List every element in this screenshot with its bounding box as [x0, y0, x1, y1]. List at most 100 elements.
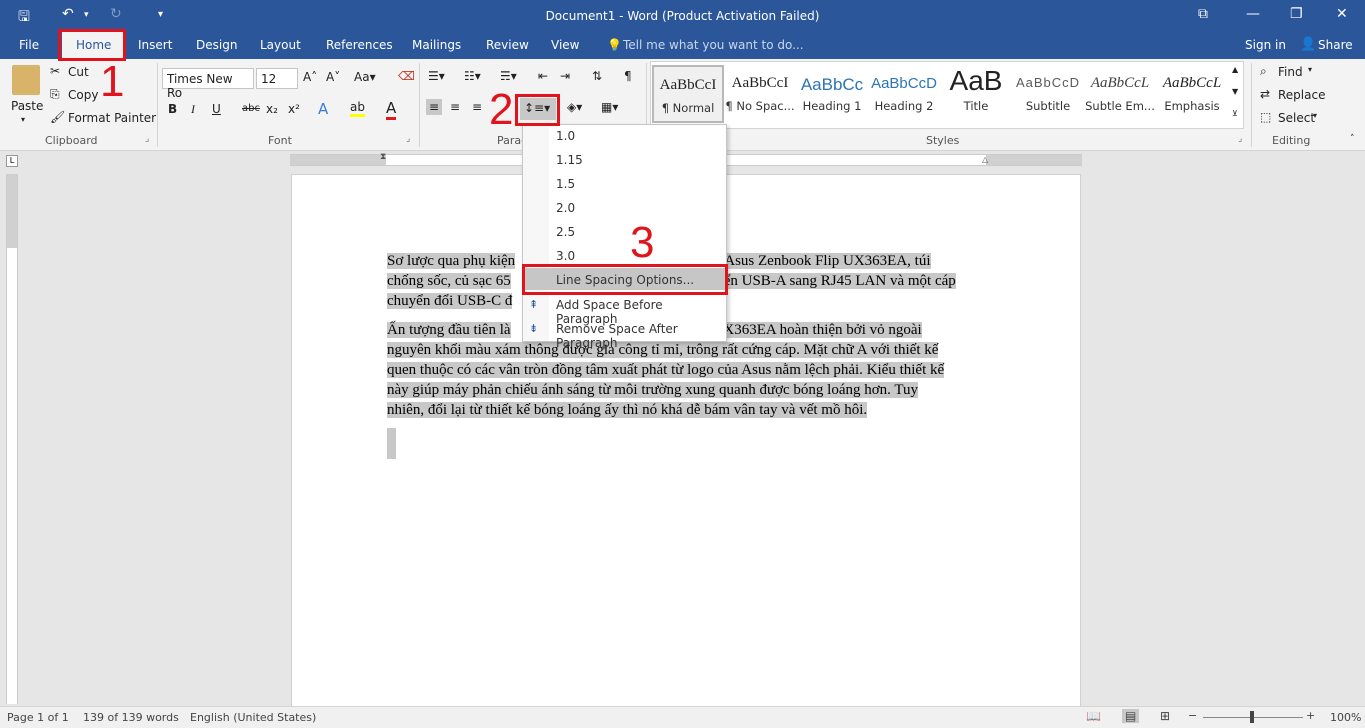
sign-in-link[interactable]: Sign in	[1245, 38, 1286, 52]
sort-icon[interactable]: ⇅	[592, 69, 602, 83]
align-left-icon[interactable]: ≡	[426, 99, 443, 115]
menu-item-1-15[interactable]: 1.15	[556, 153, 583, 167]
zoom-out-icon[interactable]: −	[1188, 709, 1197, 722]
style-name: ¶ No Spac...	[725, 99, 795, 113]
style-heading-1[interactable]: AaBbCc Heading 1	[796, 65, 868, 123]
menu-item-3-0[interactable]: 3.0	[556, 249, 575, 263]
numbering-icon[interactable]: ☷▾	[464, 69, 481, 83]
underline-button[interactable]: U	[212, 102, 221, 116]
format-painter-icon[interactable]: 🖌	[50, 110, 65, 124]
share-button[interactable]: Share	[1318, 38, 1353, 52]
style-title[interactable]: AaB Title	[940, 65, 1012, 123]
tab-insert[interactable]: Insert	[138, 38, 172, 52]
tab-references[interactable]: References	[326, 38, 393, 52]
menu-item-1-0[interactable]: 1.0	[556, 129, 575, 143]
remove-space-after-icon: ⇟	[529, 322, 539, 335]
decrease-indent-icon[interactable]: ⇤	[538, 69, 548, 83]
read-mode-icon[interactable]: 📖	[1086, 709, 1101, 723]
tab-design[interactable]: Design	[196, 38, 237, 52]
tab-review[interactable]: Review	[486, 38, 529, 52]
menu-item-2-5[interactable]: 2.5	[556, 225, 575, 239]
language[interactable]: English (United States)	[190, 711, 316, 724]
find-dropdown-icon[interactable]: ▾	[1308, 65, 1312, 74]
cut-button[interactable]: Cut	[68, 65, 89, 79]
replace-button[interactable]: Replace	[1278, 88, 1325, 102]
ribbon-display-icon[interactable]: ⧉	[1198, 6, 1208, 22]
superscript-button[interactable]: x²	[288, 102, 300, 116]
tab-view[interactable]: View	[551, 38, 579, 52]
annotation-box-line-spacing	[515, 94, 560, 126]
first-line-indent-icon[interactable]: ⧗	[380, 152, 386, 162]
page-count[interactable]: Page 1 of 1	[7, 711, 69, 724]
shading-icon[interactable]: ◈▾	[567, 100, 582, 114]
text-effects-icon[interactable]: A	[318, 100, 328, 118]
shrink-font-icon[interactable]: A˅	[326, 70, 340, 84]
increase-indent-icon[interactable]: ⇥	[560, 69, 570, 83]
menu-item-1-5[interactable]: 1.5	[556, 177, 575, 191]
tab-file[interactable]: File	[19, 38, 39, 52]
style-no-spacing[interactable]: AaBbCcI ¶ No Spac...	[724, 65, 796, 123]
borders-icon[interactable]: ▦▾	[601, 100, 618, 114]
italic-button[interactable]: I	[191, 102, 195, 117]
paste-button[interactable]: Paste	[11, 99, 43, 113]
align-center-icon[interactable]: ≡	[450, 100, 460, 114]
styles-scroll-up-icon[interactable]: ▲	[1232, 65, 1238, 74]
zoom-in-icon[interactable]: +	[1306, 709, 1315, 722]
format-painter-button[interactable]: Format Painter	[68, 111, 156, 125]
restore-icon[interactable]: ❐	[1290, 6, 1303, 22]
zoom-slider-thumb[interactable]	[1250, 711, 1254, 723]
menu-item-remove-space-after[interactable]: Remove Space After Paragraph	[556, 322, 726, 350]
style-subtitle[interactable]: AaBbCcD Subtitle	[1012, 65, 1084, 123]
bold-button[interactable]: B	[168, 102, 177, 116]
highlight-icon[interactable]: ab	[350, 100, 365, 117]
select-dropdown-icon[interactable]: ▾	[1313, 111, 1317, 120]
clear-formatting-icon[interactable]: ⌫	[398, 69, 415, 83]
style-heading-2[interactable]: AaBbCcD Heading 2	[868, 65, 940, 123]
tab-selector-icon[interactable]: L	[6, 155, 18, 167]
text-line: nhiên, đổi lại từ thiết kế bóng loáng ấy…	[387, 402, 868, 418]
font-launcher-icon[interactable]: ⌟	[406, 134, 410, 144]
clipboard-launcher-icon[interactable]: ⌟	[145, 134, 149, 144]
close-icon[interactable]: ✕	[1336, 6, 1348, 22]
zoom-level[interactable]: 100%	[1330, 711, 1361, 724]
align-right-icon[interactable]: ≡	[472, 100, 482, 114]
select-button[interactable]: Select	[1278, 111, 1315, 125]
style-preview: AaBbCcL	[1162, 75, 1222, 91]
show-marks-icon[interactable]: ¶	[624, 69, 632, 83]
style-subtle-emphasis[interactable]: AaBbCcL Subtle Em...	[1084, 65, 1156, 123]
strikethrough-button[interactable]: abc	[242, 103, 260, 114]
styles-launcher-icon[interactable]: ⌟	[1238, 134, 1242, 144]
collapse-ribbon-icon[interactable]: ˄	[1350, 134, 1355, 144]
paste-icon[interactable]	[12, 65, 40, 95]
tab-mailings[interactable]: Mailings	[412, 38, 461, 52]
bullets-icon[interactable]: ☰▾	[428, 69, 445, 83]
tell-me-search[interactable]: Tell me what you want to do...	[623, 38, 804, 52]
change-case-icon[interactable]: Aa▾	[354, 70, 376, 84]
style-name: Emphasis	[1164, 99, 1220, 113]
web-layout-icon[interactable]: ⊞	[1160, 709, 1170, 723]
minimize-icon[interactable]: —	[1246, 6, 1260, 22]
menu-item-2-0[interactable]: 2.0	[556, 201, 575, 215]
multilevel-list-icon[interactable]: ☴▾	[500, 69, 517, 83]
empty-paragraph-selection	[387, 428, 396, 459]
styles-scroll-down-icon[interactable]: ▼	[1232, 87, 1238, 96]
find-button[interactable]: Find	[1278, 65, 1303, 79]
right-indent-icon[interactable]: △	[982, 155, 988, 164]
copy-button[interactable]: Copy	[68, 88, 98, 102]
grow-font-icon[interactable]: A˄	[303, 70, 317, 84]
style-emphasis[interactable]: AaBbCcL Emphasis	[1156, 65, 1228, 123]
word-count[interactable]: 139 of 139 words	[83, 711, 179, 724]
font-name-box[interactable]: Times New Ro	[162, 68, 254, 100]
styles-more-icon[interactable]: ⊻	[1232, 109, 1238, 118]
style-normal[interactable]: AaBbCcI ¶ Normal	[652, 65, 724, 123]
copy-icon[interactable]: ⎘	[50, 87, 60, 102]
tab-layout[interactable]: Layout	[260, 38, 301, 52]
subscript-button[interactable]: x₂	[266, 102, 278, 116]
print-layout-icon[interactable]: ▤	[1122, 709, 1140, 723]
cut-icon[interactable]: ✂	[50, 64, 60, 78]
font-size-box[interactable]: 12	[256, 68, 298, 89]
paste-dropdown-icon[interactable]: ▾	[21, 115, 25, 124]
font-color-icon[interactable]: A	[386, 99, 397, 120]
window-title: Document1 - Word (Product Activation Fai…	[545, 9, 820, 23]
text-line: uyển USB-A sang RJ45 LAN và một cáp	[708, 273, 956, 289]
